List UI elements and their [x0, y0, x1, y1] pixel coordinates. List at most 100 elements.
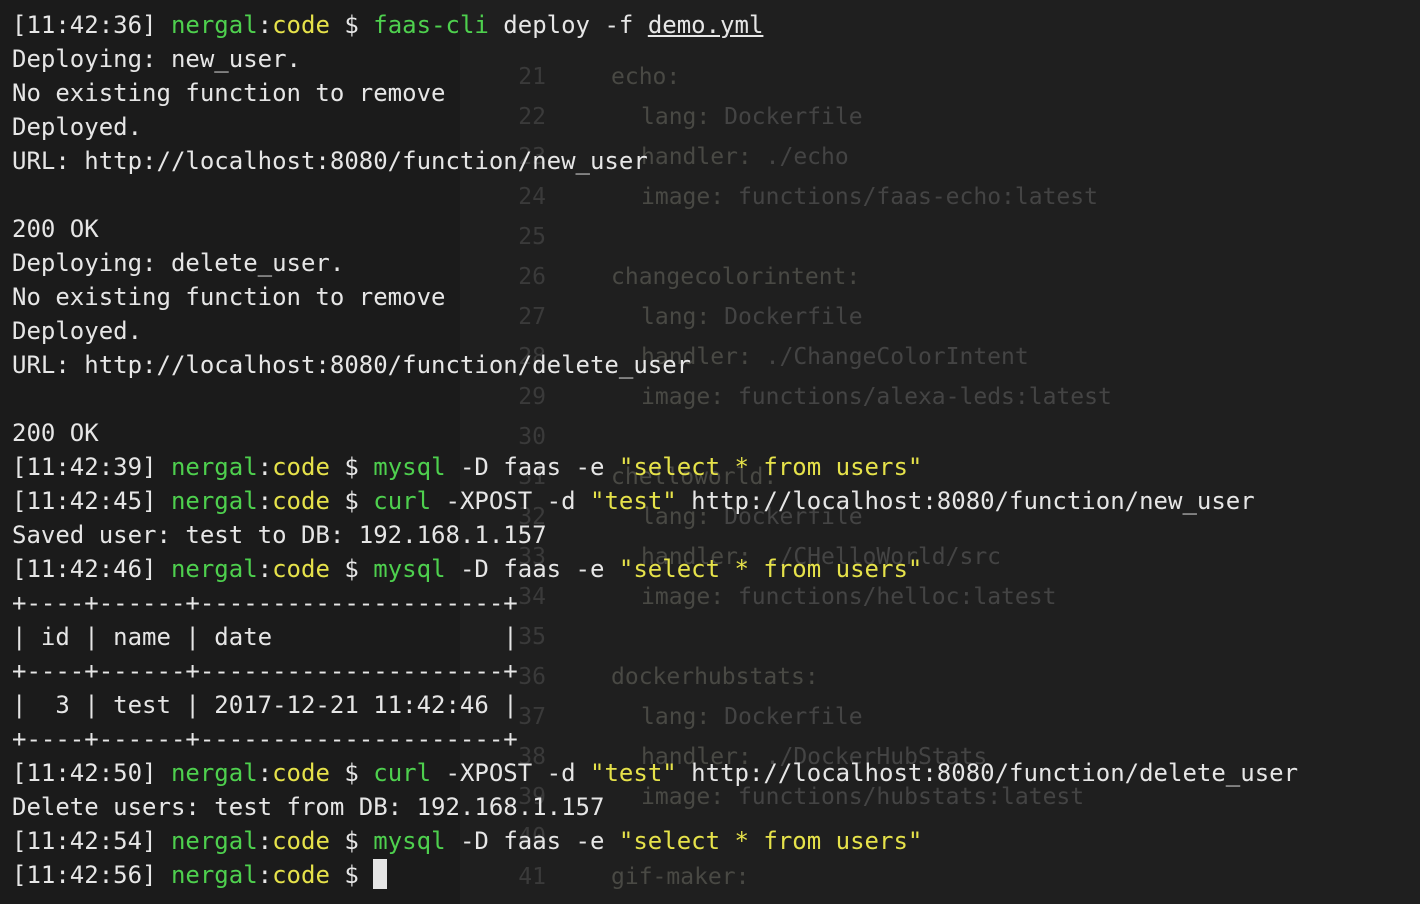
- prompt-timestamp: [11:42:50]: [12, 759, 157, 787]
- prompt-separator: :: [257, 759, 273, 787]
- command-args: -XPOST -d: [431, 487, 591, 515]
- terminal-line: | 3 | test | 2017-12-21 11:42:46 |: [12, 688, 1420, 722]
- terminal-line: +----+------+---------------------+: [12, 654, 1420, 688]
- prompt-directory: code: [272, 861, 330, 889]
- terminal-line: [11:42:39] nergal:code $ mysql -D faas -…: [12, 450, 1420, 484]
- output-text: +----+------+---------------------+: [12, 589, 518, 617]
- command-name: curl: [373, 759, 432, 787]
- terminal-line: | id | name | date |: [12, 620, 1420, 654]
- command-tail: http://localhost:8080/function/new_user: [676, 487, 1255, 515]
- terminal-line: [11:42:36] nergal:code $ faas-cli deploy…: [12, 8, 1420, 42]
- output-text: +----+------+---------------------+: [12, 657, 518, 685]
- terminal-line: +----+------+---------------------+: [12, 722, 1420, 756]
- output-text: URL: http://localhost:8080/function/dele…: [12, 351, 692, 379]
- output-text: | 3 | test | 2017-12-21 11:42:46 |: [12, 691, 518, 719]
- command-name: curl: [373, 487, 432, 515]
- prompt-user: nergal: [170, 827, 258, 855]
- prompt-dollar: $: [329, 555, 374, 583]
- prompt-timestamp: [11:42:46]: [12, 555, 157, 583]
- output-text: Deploying: new_user.: [12, 45, 301, 73]
- output-text: Delete users: test from DB: 192.168.1.15…: [12, 793, 605, 821]
- command-args: -D faas -e: [445, 555, 619, 583]
- output-text: Deployed.: [12, 113, 143, 141]
- prompt-directory: code: [272, 555, 330, 583]
- command-file-arg: demo.yml: [647, 11, 764, 39]
- output-text: | id | name | date |: [12, 623, 518, 651]
- terminal-line: URL: http://localhost:8080/function/dele…: [12, 348, 1420, 382]
- prompt-dollar: $: [329, 453, 374, 481]
- command-tail: http://localhost:8080/function/delete_us…: [676, 759, 1299, 787]
- output-text: Deploying: delete_user.: [12, 249, 345, 277]
- prompt-user: nergal: [170, 861, 258, 889]
- terminal-line: Deployed.: [12, 110, 1420, 144]
- prompt-user: nergal: [170, 11, 258, 39]
- prompt-user: nergal: [170, 487, 258, 515]
- terminal-line: [11:42:54] nergal:code $ mysql -D faas -…: [12, 824, 1420, 858]
- terminal-line: 200 OK: [12, 416, 1420, 450]
- prompt-dollar: $: [329, 759, 374, 787]
- terminal-line: No existing function to remove: [12, 76, 1420, 110]
- prompt-separator: :: [257, 555, 273, 583]
- command-string-arg: "test": [590, 487, 677, 515]
- command-name: faas-cli: [373, 11, 489, 39]
- desktop-screen: 21 echo: 22 lang: Dockerfile 23 handler: ./ec…: [0, 0, 1420, 904]
- terminal-line: URL: http://localhost:8080/function/new_…: [12, 144, 1420, 178]
- command-name: mysql: [373, 453, 446, 481]
- command-string-arg: "select * from users": [618, 827, 923, 855]
- terminal-line: 200 OK: [12, 212, 1420, 246]
- prompt-dollar: $: [329, 11, 374, 39]
- prompt-directory: code: [272, 759, 330, 787]
- prompt-separator: :: [257, 487, 273, 515]
- prompt-timestamp: [11:42:56]: [12, 861, 157, 889]
- terminal-line: [11:42:50] nergal:code $ curl -XPOST -d …: [12, 756, 1420, 790]
- terminal-line: Deploying: delete_user.: [12, 246, 1420, 280]
- prompt-dollar: $: [329, 487, 374, 515]
- command-name: mysql: [373, 827, 446, 855]
- prompt-timestamp: [11:42:36]: [12, 11, 157, 39]
- prompt-timestamp: [11:42:54]: [12, 827, 157, 855]
- prompt-separator: :: [257, 861, 273, 889]
- prompt-separator: :: [257, 827, 273, 855]
- terminal-line: Saved user: test to DB: 192.168.1.157: [12, 518, 1420, 552]
- prompt-directory: code: [272, 11, 330, 39]
- prompt-user: nergal: [170, 555, 258, 583]
- terminal-window[interactable]: [11:42:36] nergal:code $ faas-cli deploy…: [12, 8, 1420, 892]
- output-text: 200 OK: [12, 419, 99, 447]
- command-string-arg: "select * from users": [618, 555, 923, 583]
- prompt-separator: :: [257, 453, 273, 481]
- prompt-dollar: $: [329, 827, 374, 855]
- prompt-timestamp: [11:42:45]: [12, 487, 157, 515]
- terminal-line: Deploying: new_user.: [12, 42, 1420, 76]
- command-args: -D faas -e: [445, 827, 619, 855]
- command-string-arg: "select * from users": [618, 453, 923, 481]
- output-text: Deployed.: [12, 317, 143, 345]
- output-text: No existing function to remove: [12, 79, 446, 107]
- command-args: -D faas -e: [445, 453, 619, 481]
- command-args: deploy -f: [488, 11, 648, 39]
- terminal-line: No existing function to remove: [12, 280, 1420, 314]
- output-text: URL: http://localhost:8080/function/new_…: [12, 147, 648, 175]
- prompt-directory: code: [272, 487, 330, 515]
- prompt-directory: code: [272, 827, 330, 855]
- command-args: -XPOST -d: [431, 759, 591, 787]
- terminal-line: [11:42:56] nergal:code $: [12, 858, 1420, 892]
- terminal-line: Deployed.: [12, 314, 1420, 348]
- prompt-user: nergal: [170, 453, 258, 481]
- output-text: No existing function to remove: [12, 283, 446, 311]
- output-text: Saved user: test to DB: 192.168.1.157: [12, 521, 547, 549]
- terminal-line: Delete users: test from DB: 192.168.1.15…: [12, 790, 1420, 824]
- prompt-separator: :: [257, 11, 273, 39]
- prompt-dollar: $: [329, 861, 374, 889]
- output-text: +----+------+---------------------+: [12, 725, 518, 753]
- terminal-line: +----+------+---------------------+: [12, 586, 1420, 620]
- text-cursor[interactable]: [373, 859, 388, 889]
- prompt-timestamp: [11:42:39]: [12, 453, 157, 481]
- terminal-line: [11:42:45] nergal:code $ curl -XPOST -d …: [12, 484, 1420, 518]
- command-name: mysql: [373, 555, 446, 583]
- terminal-line: [11:42:46] nergal:code $ mysql -D faas -…: [12, 552, 1420, 586]
- prompt-user: nergal: [170, 759, 258, 787]
- output-text: 200 OK: [12, 215, 99, 243]
- command-string-arg: "test": [590, 759, 677, 787]
